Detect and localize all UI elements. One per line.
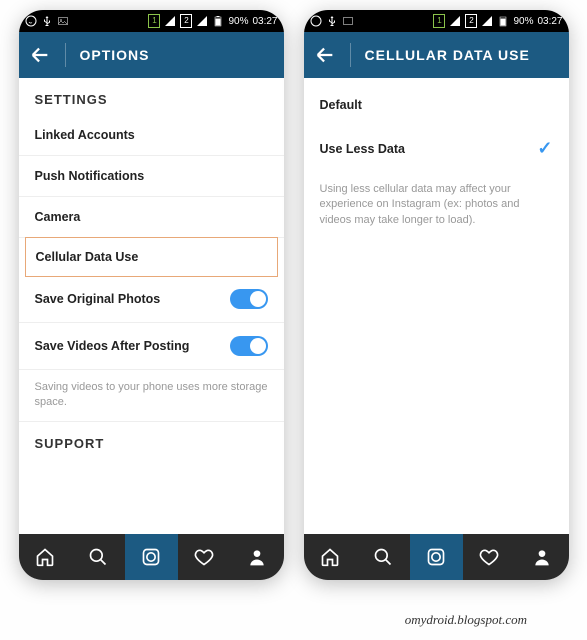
row-label: Push Notifications	[35, 169, 145, 183]
battery-text: 90%	[513, 16, 533, 27]
battery-text: 90%	[228, 16, 248, 27]
row-label: Use Less Data	[320, 142, 405, 156]
appbar-title: CELLULAR DATA USE	[365, 47, 530, 63]
row-save-videos[interactable]: Save Videos After Posting	[19, 323, 284, 370]
watermark: omydroid.blogspot.com	[405, 612, 527, 628]
row-push-notifications[interactable]: Push Notifications	[19, 156, 284, 197]
nav-activity[interactable]	[463, 534, 516, 580]
signal2-icon	[481, 15, 493, 27]
hint-less-data: Using less cellular data may affect your…	[304, 172, 569, 238]
nav-home[interactable]	[19, 534, 72, 580]
sim1-icon: 1	[433, 14, 445, 28]
app-bar: CELLULAR DATA USE	[304, 32, 569, 78]
time-text: 03:27	[252, 16, 277, 27]
battery-icon	[497, 15, 509, 27]
whatsapp-icon	[25, 15, 37, 27]
signal1-icon	[449, 15, 461, 27]
back-button[interactable]	[314, 44, 336, 66]
toggle-save-videos[interactable]	[230, 336, 268, 356]
back-button[interactable]	[29, 44, 51, 66]
sim2-icon: 2	[465, 14, 477, 28]
usb-icon	[41, 15, 53, 27]
section-settings: SETTINGS	[19, 78, 284, 115]
sim2-icon: 2	[180, 14, 192, 28]
row-label: Save Original Photos	[35, 292, 161, 306]
nav-profile[interactable]	[231, 534, 284, 580]
cellular-content: Default Use Less Data ✓ Using less cellu…	[304, 78, 569, 534]
phone-options: 1 2 90% 03:27 OPTIONS SETTINGS Linked Ac…	[19, 10, 284, 580]
nav-search[interactable]	[72, 534, 125, 580]
nav-search[interactable]	[357, 534, 410, 580]
bottom-nav	[19, 534, 284, 580]
row-label: Camera	[35, 210, 81, 224]
row-default[interactable]: Default	[304, 78, 569, 125]
check-icon: ✓	[537, 138, 552, 159]
usb-icon	[326, 15, 338, 27]
row-camera[interactable]: Camera	[19, 197, 284, 238]
row-label: Cellular Data Use	[36, 250, 139, 264]
app-bar: OPTIONS	[19, 32, 284, 78]
options-content: SETTINGS Linked Accounts Push Notificati…	[19, 78, 284, 534]
sim1-icon: 1	[148, 14, 160, 28]
nav-activity[interactable]	[178, 534, 231, 580]
status-bar: 1 2 90% 03:27	[304, 10, 569, 32]
row-label: Default	[320, 98, 362, 112]
nav-home[interactable]	[304, 534, 357, 580]
toggle-save-photos[interactable]	[230, 289, 268, 309]
battery-icon	[212, 15, 224, 27]
whatsapp-icon	[310, 15, 322, 27]
row-save-original-photos[interactable]: Save Original Photos	[19, 276, 284, 323]
appbar-title: OPTIONS	[80, 47, 150, 63]
row-label: Linked Accounts	[35, 128, 135, 142]
image-icon	[342, 15, 354, 27]
signal2-icon	[196, 15, 208, 27]
bottom-nav	[304, 534, 569, 580]
row-linked-accounts[interactable]: Linked Accounts	[19, 115, 284, 156]
section-support: SUPPORT	[19, 421, 284, 459]
row-use-less-data[interactable]: Use Less Data ✓	[304, 125, 569, 172]
nav-profile[interactable]	[516, 534, 569, 580]
nav-camera[interactable]	[125, 534, 178, 580]
row-cellular-data-use[interactable]: Cellular Data Use	[25, 237, 278, 277]
image-icon	[57, 15, 69, 27]
signal1-icon	[164, 15, 176, 27]
hint-save-videos: Saving videos to your phone uses more st…	[19, 370, 284, 421]
nav-camera[interactable]	[410, 534, 463, 580]
row-label: Save Videos After Posting	[35, 339, 190, 353]
time-text: 03:27	[537, 16, 562, 27]
status-bar: 1 2 90% 03:27	[19, 10, 284, 32]
phone-cellular: 1 2 90% 03:27 CELLULAR DATA USE Default …	[304, 10, 569, 580]
